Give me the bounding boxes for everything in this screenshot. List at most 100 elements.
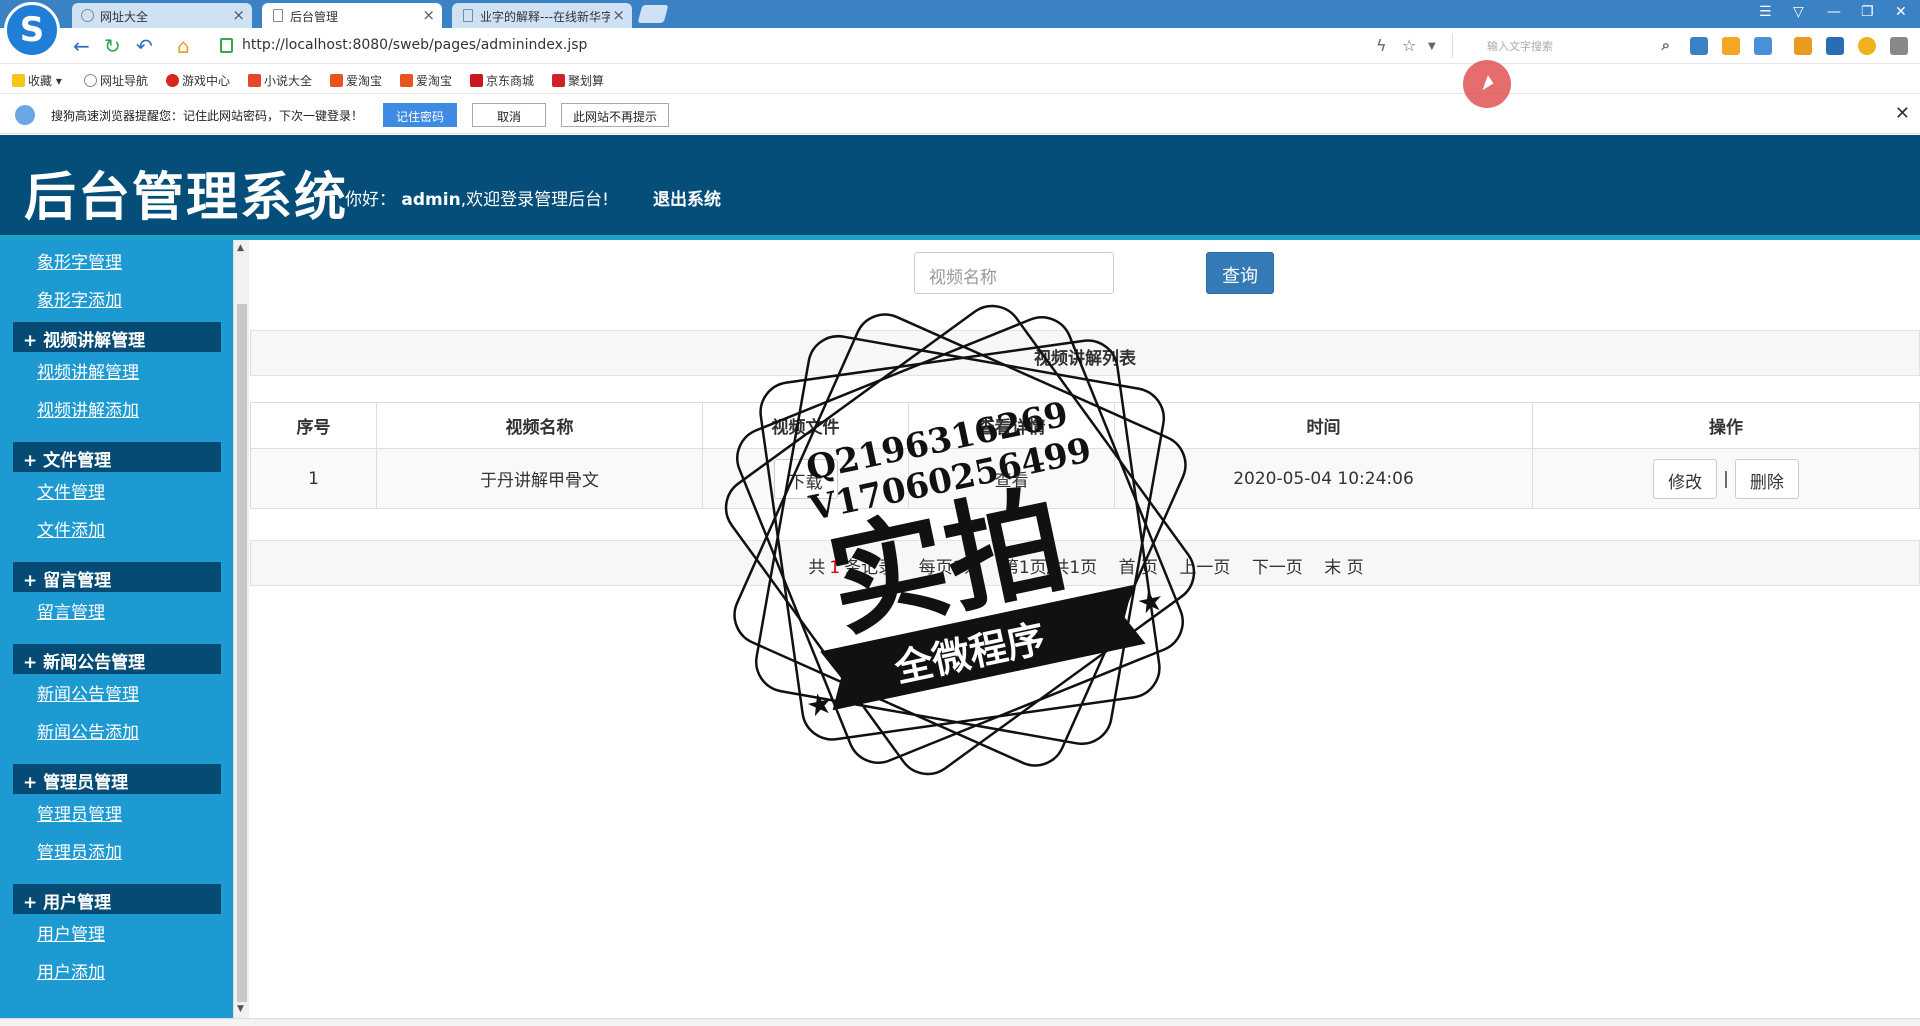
bookmark-favorites[interactable]: 收藏 ▾ [12,72,62,89]
pagination: 共 1 条记录 每页1条 第1页/共1页 首 页 上一页 下一页 末 页 [250,540,1920,586]
bookmark-label: 小说大全 [264,74,313,88]
pager-prev-link[interactable]: 上一页 [1179,558,1230,578]
refresh-icon[interactable]: ↻ [104,34,121,58]
url-field[interactable]: http://localhost:8080/sweb/pages/adminin… [242,37,587,53]
greeting: 你好： admin,欢迎登录管理后台! [345,185,609,210]
home-icon[interactable]: ⌂ [177,34,190,58]
pager-per-page: 每页1条 [918,558,981,578]
tab-label: 网址大全 [100,10,149,24]
note-icon[interactable] [1722,37,1740,55]
pager-last-link[interactable]: 末 页 [1324,558,1363,578]
bookmark-item[interactable]: 游戏中心 [166,72,230,89]
video-name-search-input[interactable]: 视频名称 [914,252,1114,294]
scroll-up-icon[interactable]: ▲ [237,243,244,253]
sidebar-item-news-add[interactable]: 新闻公告添加 [37,718,139,743]
translate-icon[interactable] [1690,37,1708,55]
sidebar-item-video-manage[interactable]: 视频讲解管理 [37,358,139,383]
new-tab-button[interactable] [637,5,669,23]
sidebar-group-file[interactable]: + 文件管理 [13,442,221,472]
logout-link[interactable]: 退出系统 [653,185,721,210]
juhuasuan-icon [552,74,565,87]
sidebar-item-pictograph-add[interactable]: 象形字添加 [37,286,122,311]
close-icon[interactable]: × [422,6,435,24]
close-icon[interactable]: ✕ [1895,103,1910,124]
chevron-down-icon[interactable]: ▼ [1428,41,1436,52]
star-icon[interactable]: ☆ [1402,36,1416,55]
bookmarks-bar: 收藏 ▾ 网址导航 游戏中心 小说大全 爱淘宝 爱淘宝 京东商城 聚划算 [0,64,1920,94]
sidebar-item-user-manage[interactable]: 用户管理 [37,920,105,945]
download-button[interactable]: 下载 [773,458,838,499]
bookmark-item[interactable]: 京东商城 [470,72,534,89]
table-row: 1 于丹讲解甲骨文 下载 查看 2020-05-04 10:24:06 修改 | 删… [250,448,1920,509]
sidebar-item-file-add[interactable]: 文件添加 [37,516,105,541]
sidebar-item-pictograph-manage[interactable]: 象形字管理 [37,248,122,273]
sidebar-group-label: 留言管理 [43,571,112,591]
search-input[interactable]: 输入文字搜索 ⌕ [1452,34,1674,58]
back-icon[interactable]: ← [73,34,90,58]
scissors-icon[interactable] [1754,37,1772,55]
cancel-button[interactable]: 取消 [472,103,546,127]
sidebar-item-message-manage[interactable]: 留言管理 [37,598,105,623]
sidebar-group-admin[interactable]: + 管理员管理 [13,764,221,794]
search-engine-icon[interactable] [1826,37,1844,55]
bookmark-item[interactable]: 网址导航 [84,72,148,89]
address-bar: ← ↻ ↶ ⌂ http://localhost:8080/sweb/pages… [0,28,1920,64]
bookmark-item[interactable]: 聚划算 [552,72,604,89]
menu-icon[interactable]: ☰ [1759,4,1772,20]
sidebar-item-admin-manage[interactable]: 管理员管理 [37,800,122,825]
scroll-down-icon[interactable]: ▼ [237,1004,244,1014]
download-icon[interactable] [1890,37,1908,55]
remember-password-button[interactable]: 记住密码 [383,103,457,127]
lightning-icon[interactable]: ϟ [1376,36,1387,55]
sidebar-group-user[interactable]: + 用户管理 [13,884,221,914]
edit-button[interactable]: 修改 [1653,458,1718,499]
skin-icon[interactable]: ▽ [1793,4,1804,20]
delete-button[interactable]: 删除 [1734,458,1799,499]
tab-url-directory[interactable]: 网址大全 × [72,3,252,28]
key-icon[interactable] [1794,37,1812,55]
game-icon [166,74,179,87]
pager-page-info: 第1页/共1页 [1001,558,1098,578]
search-icon[interactable]: ⌕ [1662,36,1670,54]
cell-video-file: 下载 [702,448,909,509]
browser-logo: S [4,2,60,58]
view-detail-link[interactable]: 查看 [995,471,1029,491]
greeting-prefix: 你好： [345,190,396,210]
cell-actions: 修改 | 删除 [1532,448,1920,509]
pager-first-link[interactable]: 首 页 [1119,558,1158,578]
smile-icon[interactable] [1858,37,1876,55]
tab-admin[interactable]: 后台管理 × [262,3,442,28]
secure-shield-icon [220,38,233,53]
sidebar-item-file-manage[interactable]: 文件管理 [37,478,105,503]
query-button[interactable]: 查询 [1206,252,1274,294]
bookmark-item[interactable]: 爱淘宝 [400,72,452,89]
sidebar-scrollbar[interactable]: ▲ ▼ [233,240,249,1018]
sidebar-item-news-manage[interactable]: 新闻公告管理 [37,680,139,705]
restore-icon[interactable]: ❐ [1861,4,1874,20]
never-prompt-button[interactable]: 此网站不再提示 [561,103,669,127]
sidebar-group-video[interactable]: + 视频讲解管理 [13,322,221,352]
scrollbar-thumb[interactable] [237,304,247,1002]
app-header: 后台管理系统 你好： admin,欢迎登录管理后台! 退出系统 [0,135,1920,235]
sidebar-group-label: 用户管理 [43,893,112,913]
bookmark-item[interactable]: 爱淘宝 [330,72,382,89]
close-icon[interactable]: × [232,6,245,24]
bookmark-label: 聚划算 [568,74,605,88]
bookmark-item[interactable]: 小说大全 [248,72,312,89]
sidebar-group-message[interactable]: + 留言管理 [13,562,221,592]
minimize-icon[interactable]: — [1827,4,1841,20]
sidebar-item-video-add[interactable]: 视频讲解添加 [37,396,139,421]
sidebar-item-user-add[interactable]: 用户添加 [37,958,105,983]
pager-next-link[interactable]: 下一页 [1252,558,1303,578]
sidebar-group-label: 新闻公告管理 [43,653,146,673]
table-header-row: 序号 视频名称 视频文件 查看详情 时间 操作 [250,402,1920,449]
tab-dictionary[interactable]: 业字的解释---在线新华字 × [452,3,632,28]
sidebar-item-admin-add[interactable]: 管理员添加 [37,838,122,863]
sidebar-group-label: 文件管理 [43,451,112,471]
column-header: 操作 [1532,402,1920,449]
close-icon[interactable]: × [612,6,625,24]
undo-icon[interactable]: ↶ [136,34,153,58]
sidebar-group-news[interactable]: + 新闻公告管理 [13,644,221,674]
close-window-icon[interactable]: ✕ [1895,4,1907,20]
page-icon [273,9,283,22]
